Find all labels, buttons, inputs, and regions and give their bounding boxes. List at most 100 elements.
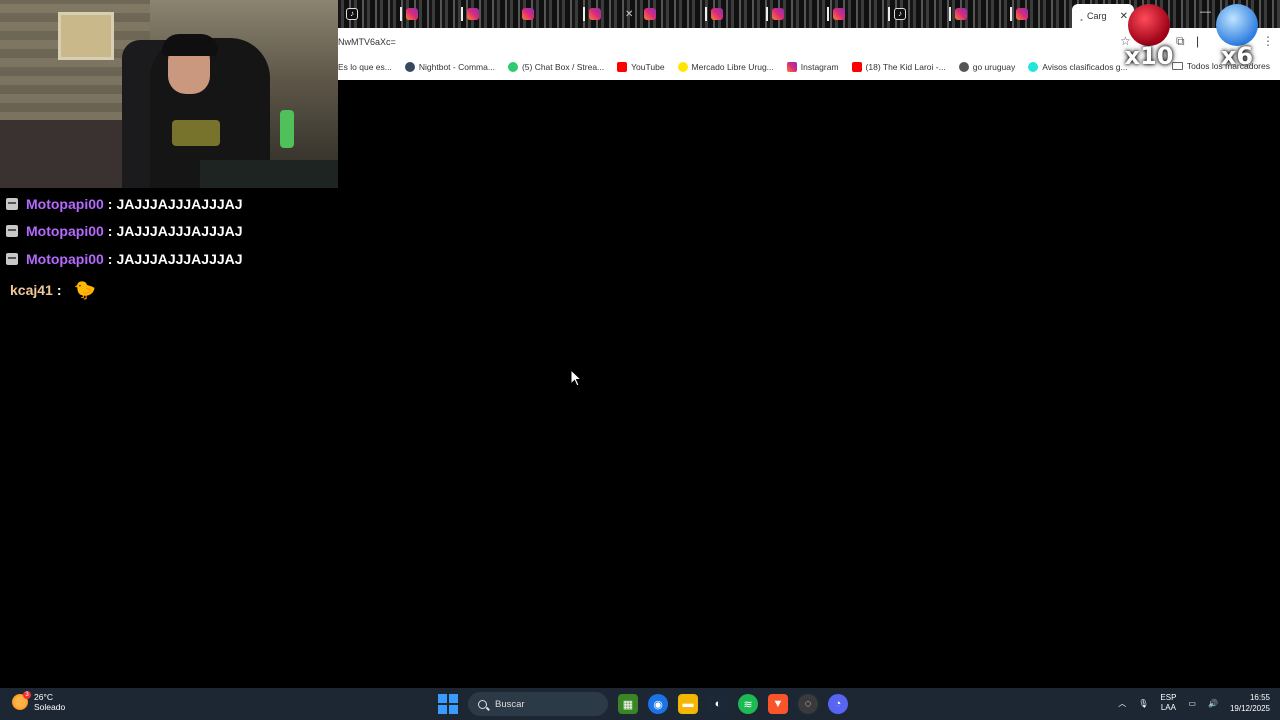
chat-separator: :: [107, 250, 113, 267]
tab-instagram[interactable]: [457, 4, 515, 24]
sun-icon: 3: [12, 691, 31, 710]
network-icon[interactable]: ▭: [1188, 699, 1196, 708]
microphone-icon[interactable]: 🎙: [1138, 699, 1148, 708]
tab-instagram[interactable]: ✕: [579, 4, 637, 24]
windows-taskbar: 3 26°C Soleado Buscar ▦ ◉ ▬ ◐ ≋ ▼ ◌ ◔ ︿ …: [0, 688, 1280, 720]
bookmark-4-label: Mercado Libre Urug...: [691, 62, 774, 72]
bookmark-item[interactable]: Instagram: [786, 62, 839, 72]
bookmark-7-label: go uruguay: [972, 62, 1016, 72]
tab-instagram[interactable]: [1006, 4, 1064, 24]
red-orb-icon: [1128, 4, 1170, 46]
brave-icon[interactable]: ▼: [768, 694, 788, 714]
tab-instagram[interactable]: [701, 4, 759, 24]
bookmark-item[interactable]: Es lo que es...: [338, 62, 392, 72]
volume-icon[interactable]: 🔊: [1208, 699, 1218, 708]
search-icon: [478, 699, 487, 709]
bookmark-item[interactable]: Nightbot - Comma...: [404, 62, 495, 72]
chat-text: JAJJJAJJJAJJJAJ: [116, 250, 243, 267]
loading-icon: ˳: [1080, 11, 1083, 21]
minecraft-icon[interactable]: ▦: [618, 694, 638, 714]
alert-count: x6: [1220, 42, 1254, 70]
taskbar-search[interactable]: Buscar: [468, 692, 608, 716]
bookmark-item[interactable]: (18) The Kid Laroi -...: [851, 62, 946, 72]
youtube-icon: [851, 62, 862, 72]
screen: ♪ ✕ ♪ ˳ Carg ✕ — NwMTV6aXc= ☆ ⧉ | ⋮ Es l…: [0, 0, 1280, 720]
bookmark-0-label: Es lo que es...: [338, 62, 392, 72]
webcam-wall-frame: [58, 12, 114, 60]
instagram-icon: [833, 8, 845, 20]
chat-overlay: Motopapi00 : JAJJJAJJJAJJJAJ Motopapi00 …: [6, 190, 336, 308]
close-icon[interactable]: ✕: [625, 9, 633, 20]
instagram-icon: [711, 8, 723, 20]
mercadolibre-icon: [677, 62, 688, 72]
tab-tiktok[interactable]: ♪: [342, 4, 400, 24]
tab-instagram[interactable]: [640, 4, 698, 24]
weather-temp: 26°C: [34, 692, 53, 702]
chat-username: kcaj41: [10, 282, 53, 298]
instagram-icon: [522, 8, 534, 20]
olx-icon: [1028, 62, 1039, 72]
chat-badge-icon: [6, 252, 18, 265]
taskbar-center: Buscar ▦ ◉ ▬ ◐ ≋ ▼ ◌ ◔: [438, 692, 848, 716]
toolbar-divider: |: [1196, 34, 1200, 48]
instagram-icon: [772, 8, 784, 20]
webcam-desk: [200, 160, 338, 188]
clock-time: 16:55: [1249, 693, 1270, 702]
bookmark-1-label: Nightbot - Comma...: [418, 62, 495, 72]
tab-instagram[interactable]: [518, 4, 576, 24]
webcam-bed: [0, 120, 130, 188]
bookmark-item[interactable]: Mercado Libre Urug...: [677, 62, 774, 72]
instagram-icon: [589, 8, 601, 20]
stream-alert-red: x10: [1120, 4, 1178, 70]
windows-start-icon[interactable]: [438, 694, 458, 714]
chat-message: kcaj41 : 🐤: [6, 273, 336, 308]
chat-badge-icon: [6, 197, 18, 210]
bookmark-item[interactable]: go uruguay: [958, 62, 1016, 72]
obs-icon[interactable]: ◌: [798, 694, 818, 714]
webcam-overlay: [0, 0, 338, 188]
chat-message: Motopapi00 : JAJJJAJJJAJJJAJ: [6, 190, 336, 218]
bookmark-item[interactable]: YouTube: [617, 62, 665, 72]
bookmark-3-label: YouTube: [631, 62, 665, 72]
instagram-icon: [644, 8, 656, 20]
weather-desc: Soleado: [34, 702, 66, 712]
alert-count: x10: [1124, 42, 1174, 70]
instagram-icon: [1016, 8, 1028, 20]
chat-message: Motopapi00 : JAJJJAJJJAJJJAJ: [6, 218, 336, 246]
chat-username: Motopapi00: [26, 250, 104, 267]
instagram-icon: [467, 8, 479, 20]
tab-instagram[interactable]: [945, 4, 1003, 24]
tab-instagram[interactable]: [823, 4, 881, 24]
bookmark-item[interactable]: Avisos clasificados g...: [1028, 62, 1128, 72]
chat-message: Motopapi00 : JAJJJAJJJAJJJAJ: [6, 245, 336, 273]
chat-separator: :: [107, 195, 113, 212]
clock[interactable]: 16:55 19/12/2025: [1230, 692, 1270, 714]
bookmark-item[interactable]: (5) Chat Box / Strea...: [507, 62, 604, 72]
chat-badge-icon: [6, 225, 18, 238]
tiktok-icon: ♪: [346, 8, 358, 20]
file-explorer-icon[interactable]: ▬: [678, 694, 698, 714]
weather-badge: 3: [23, 691, 31, 699]
blue-orb-icon: [1216, 4, 1258, 46]
steam-icon[interactable]: ◐: [708, 694, 728, 714]
bookmark-6-label: (18) The Kid Laroi -...: [865, 62, 946, 72]
stream-alert-blue: x6: [1208, 4, 1266, 70]
tab-instagram[interactable]: [762, 4, 820, 24]
tiktok-icon: ♪: [894, 8, 906, 20]
chat-text: JAJJJAJJJAJJJAJ: [116, 223, 243, 240]
nightbot-icon: [404, 62, 415, 72]
globe-icon: [958, 62, 969, 72]
spotify-icon[interactable]: ≋: [738, 694, 758, 714]
chat-text: JAJJJAJJJAJJJAJ: [116, 195, 243, 212]
chevron-up-icon[interactable]: ︿: [1118, 698, 1126, 709]
tab-tiktok[interactable]: ♪: [884, 4, 942, 24]
discord-icon[interactable]: ◔: [828, 694, 848, 714]
chrome-icon[interactable]: ◉: [648, 694, 668, 714]
tab-instagram[interactable]: [396, 4, 454, 24]
language-indicator[interactable]: ESP LAA: [1160, 693, 1176, 713]
bookmark-8-label: Avisos clasificados g...: [1042, 62, 1128, 72]
weather-widget[interactable]: 3 26°C Soleado: [12, 691, 66, 712]
instagram-icon: [406, 8, 418, 20]
lang-layout: LAA: [1160, 703, 1176, 712]
webcam-cap: [162, 34, 218, 56]
